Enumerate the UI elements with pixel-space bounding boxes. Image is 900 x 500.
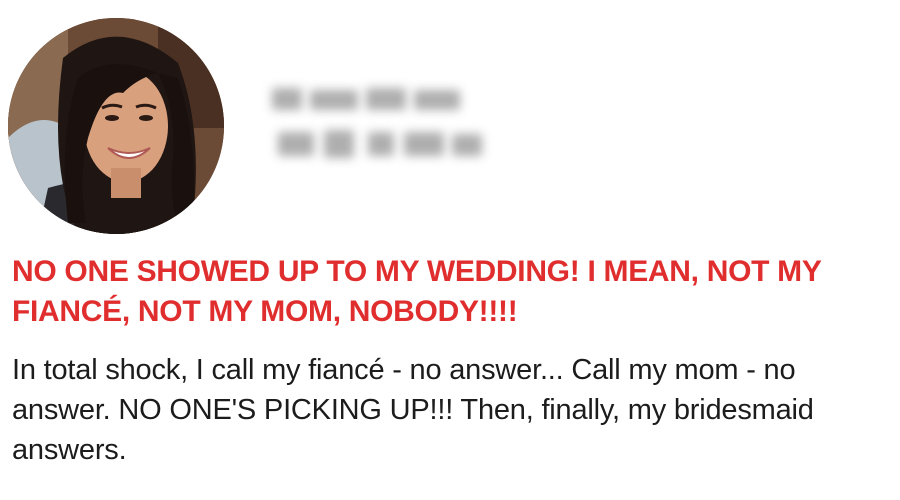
post-card: NO ONE SHOWED UP TO MY WEDDING! I MEAN, … (0, 0, 900, 500)
avatar[interactable] (8, 18, 224, 234)
avatar-photo (8, 18, 224, 234)
post-body-text: In total shock, I call my fiancé - no an… (12, 354, 814, 466)
post-headline: NO ONE SHOWED UP TO MY WEDDING! I MEAN, … (12, 255, 822, 328)
blurred-author-name (272, 82, 492, 166)
